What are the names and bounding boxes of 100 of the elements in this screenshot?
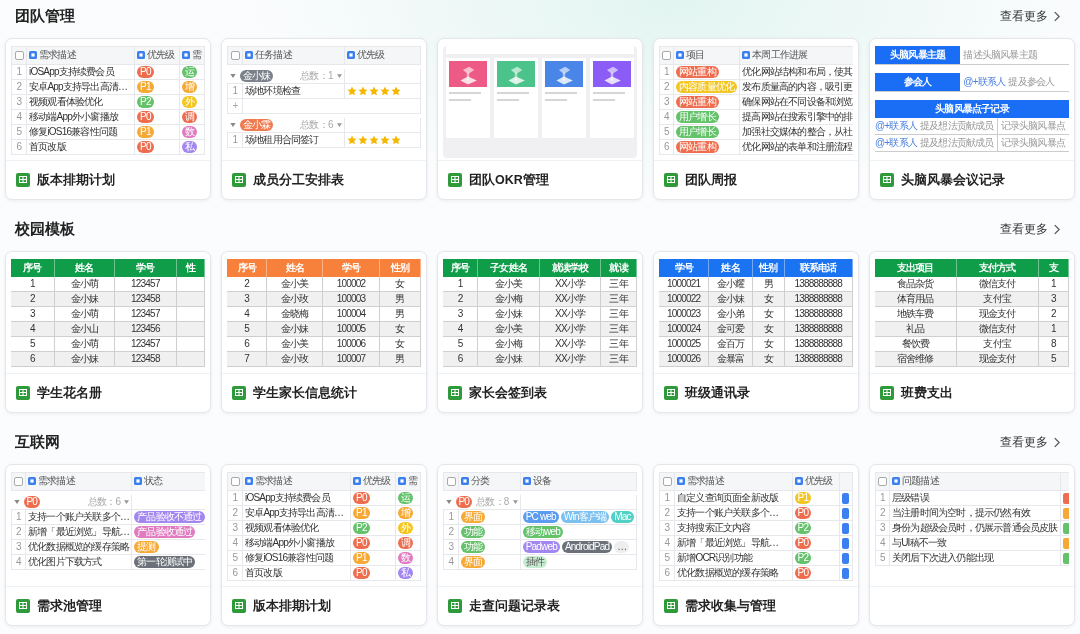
template-card[interactable]: 头脑风暴主题 描述头脑风暴主题 参会人 @+联系人 提及参会人 头脑风暴点子记录 @+联系人 提及想法贡献成员 记录头脑风暴点 @+联系人 提及想法贡献成员 记录头脑风暴点 头脑风暴会议记录 [869, 38, 1075, 200]
table-cell: 金可爱 [716, 323, 745, 334]
row-number: 4 [232, 537, 238, 548]
chevron-right-icon [1053, 223, 1060, 235]
table-cell: 支付宝 [983, 293, 1011, 304]
field-icon [28, 477, 36, 485]
tag: P0 [137, 141, 154, 153]
column-header: 需求描述 [255, 475, 292, 487]
table-cell: 金小妹 [70, 353, 99, 364]
table-cell: 三年 [609, 308, 628, 319]
tag: Padweb [522, 541, 560, 553]
template-card[interactable]: 任务描述 优先级 金小妹 总数：1 1 场地环境检查 + 金小霖 总数：6 1 场地租用合同签订 成员分工安排表 [221, 38, 427, 200]
spreadsheet-icon [664, 386, 678, 400]
tag: 私 [181, 141, 197, 153]
column-header: 优先级 [363, 475, 391, 487]
column-header: 学号 [136, 262, 155, 273]
column-header: 学号 [674, 262, 693, 273]
column-header: 性别 [758, 262, 778, 273]
column-header: 分类 [471, 475, 490, 487]
table-cell: 金暴富 [716, 353, 745, 364]
table-cell: iOSApp支持续费会员 [29, 66, 114, 77]
row-number: 2 [880, 507, 885, 518]
star-icon [368, 86, 379, 97]
tag: 调 [397, 537, 413, 549]
template-card[interactable]: 学号 姓名 性别 联系电话 1000021 金小耀 男 1388888888 1000022 金小妹 女 1388888888 1000023 金小弟 女 1388888888 1000024 金可爱 女 1388888888 1000025 金百万 女 1388888888 1000026 金暴富 女 1388888888 班级通讯录 [653, 251, 859, 413]
star-icon [357, 86, 368, 97]
view-more-link[interactable]: 查看更多 [1000, 433, 1060, 451]
tag: 第一轮测试中 [134, 556, 196, 568]
table-cell: 7 [244, 353, 250, 364]
table-cell: 自定义查询页面全新改版 [677, 492, 779, 503]
table-cell: 金小玫 [280, 353, 309, 364]
field-icon [892, 477, 900, 485]
hint-text: 提及想法贡献成员 [920, 119, 994, 133]
table-cell: 微信支付 [978, 278, 1016, 289]
mention-link: @+联系人 [963, 75, 1006, 89]
spreadsheet-icon [880, 173, 894, 187]
column-header: 优先级 [356, 49, 385, 61]
table-cell: 123458 [131, 293, 160, 304]
template-card[interactable]: 问题描述 1 层级错误 2 当注册时间为空时，提示仍然有效 3 身份为超级会员时，仍展示普通会员皮肤 4 与UI稿不一致 5 关闭后下次进入仍能出现 [869, 464, 1075, 626]
table-cell: 1388888888 [794, 293, 843, 304]
table-cell: 关闭后下次进入仍能出现 [892, 552, 994, 563]
column-header: 联系电话 [799, 262, 837, 273]
row-number: 1 [16, 511, 21, 522]
star-icon [379, 86, 390, 97]
template-card[interactable]: 序号 姓名 学号 性别 2 金小美 100002 女 3 金小玫 100003 男 4 金晓梅 100004 男 5 金小妹 100005 女 6 金小美 100006 女 7 金小玫 100007 男 学生家长信息统计 [221, 251, 427, 413]
spreadsheet-icon [232, 599, 246, 613]
chevron-right-icon [1053, 436, 1060, 448]
table-cell: 女 [395, 338, 405, 349]
table-cell: 金小美 [280, 278, 309, 289]
star-icon [390, 135, 401, 146]
tag: 界面 [461, 556, 486, 568]
column-header: 设备 [532, 475, 552, 487]
table-cell: 金小萌 [70, 278, 99, 289]
template-card[interactable]: 序号 子女姓名 就读学校 就读 1 金小美 XX小学 三年 2 金小梅 XX小学 三年 3 金小妹 XX小学 三年 4 金小美 XX小学 三年 5 金小梅 XX小学 三年 6 金小妹 XX小学 三年 家长会签到表 [437, 251, 643, 413]
template-card[interactable]: 需求描述 状态 P0 总数：6 1 支持一个账户关联多个… 产品验收不通过 2 新增「最近浏览」导航… 产品验收通过 3 优化数据概览的缓存策略 提测 4 优化图片下载方式 第一轮测试中 需求池管理 [5, 464, 211, 626]
table-cell: 微信支付 [978, 323, 1016, 334]
column-header: 姓名 [75, 262, 94, 273]
group-count: 总数：1 [300, 70, 333, 82]
template-card[interactable]: 支出项目 支付方式 支 食品杂货 微信支付 1 体育用品 支付宝 3 地铁车费 现金支付 2 礼品 微信支付 1 餐饮费 支付宝 8 宿舍维修 现金支付 5 班费支出 [869, 251, 1075, 413]
tag: 数 [397, 552, 413, 564]
template-card[interactable]: 分类 设备 P0 总数：8 1 界面 PC web Win客户端 Mac 2 功能 移动web 3 功能 Padweb AndroidPad … 4 界面 插件 走查问题记录表 [437, 464, 643, 626]
table-cell: 身份为超级会员时，仍展示普通会员皮肤 [892, 522, 1058, 533]
template-card[interactable]: 需求描述 优先级 1 自定义查询页面全新改版 P1 2 支持一个账户关联多个… P0 3 支持搜索正文内容 P2 4 新增「最近浏览」导航… P0 5 新增OCR识别功能 P2 6 优化数据概览的缓存策略 P0 需求收集与管理 [653, 464, 859, 626]
spreadsheet-icon [664, 173, 678, 187]
caret-icon [229, 74, 236, 78]
view-more-link[interactable]: 查看更多 [1000, 7, 1060, 25]
table-cell: 2 [457, 293, 463, 304]
tag: 网站重构 [676, 141, 719, 153]
table-cell: 三年 [609, 338, 628, 349]
table-cell: 金百万 [716, 338, 745, 349]
section-header: 头脑风暴点子记录 [875, 100, 1069, 118]
template-card[interactable]: 序号 姓名 学号 性 1 金小萌 123457 2 金小妹 123458 3 金小萌 123457 4 金小山 123456 5 金小萌 123457 6 金小妹 123458 学生花名册 [5, 251, 211, 413]
table-cell: 2 [30, 293, 35, 304]
table-cell: 5 [244, 323, 250, 334]
table-cell: 安卓App支持导出高清… [29, 81, 128, 92]
template-card[interactable]: 项目 本周工作进展 1 网站重构 优化网站结构和布局，使其 2 内容质量优化 发布质量高的内容，吸引更 3 网站重构 确保网站在不同设备和浏览 4 用户增长 提高网站在搜索引擎中的排 5 用户增长 加强社交媒体的整合，从社 6 网站重构 优化网站的表单和注册流程 团队周报 [653, 38, 859, 200]
template-card[interactable]: 需求描述 优先级 需 1 iOSApp支持续费会员 P0 运 2 安卓App支持导出高清… P1 增 3 视频观看体验优化 P2 外 4 移动端App外小窗播放 P0 调 5 修复iOS16兼容性问题 P1 数 6 首页改版 P0 私 版本排期计划 [5, 38, 211, 200]
column-header: 子女姓名 [490, 262, 528, 273]
caret-icon [229, 123, 236, 127]
tag: AndroidPad [561, 541, 613, 553]
tag: 功能 [461, 541, 486, 553]
table-cell: 1000025 [667, 338, 701, 349]
table-cell: 女 [763, 338, 773, 349]
template-title: 家长会签到表 [469, 384, 547, 402]
template-card[interactable]: 团队OKR管理 [437, 38, 643, 200]
template-card[interactable]: 需求描述 优先级 需 1 iOSApp支持续费会员 P0 运 2 安卓App支持导出高清… P1 增 3 视频观看体验优化 P2 外 4 移动端App外小窗播放 P0 调 5 修复iOS16兼容性问题 P1 数 6 首页改版 P0 私 版本排期计划 [221, 464, 427, 626]
table-cell: 金小萌 [70, 308, 99, 319]
tag: P2 [137, 96, 154, 108]
column-header: 性 [185, 262, 195, 273]
table-cell: 1000021 [667, 278, 701, 289]
tag: P0 [137, 111, 154, 123]
column-header: 姓名 [721, 262, 740, 273]
table-cell: 100003 [336, 293, 366, 304]
tag: P1 [353, 507, 370, 519]
row-number: 1 [16, 66, 22, 77]
template-title: 团队OKR管理 [469, 171, 549, 189]
field-icon [137, 51, 146, 59]
table-cell: 金小萌 [70, 338, 99, 349]
tag: 网站重构 [676, 66, 719, 78]
view-more-link[interactable]: 查看更多 [1000, 220, 1060, 238]
